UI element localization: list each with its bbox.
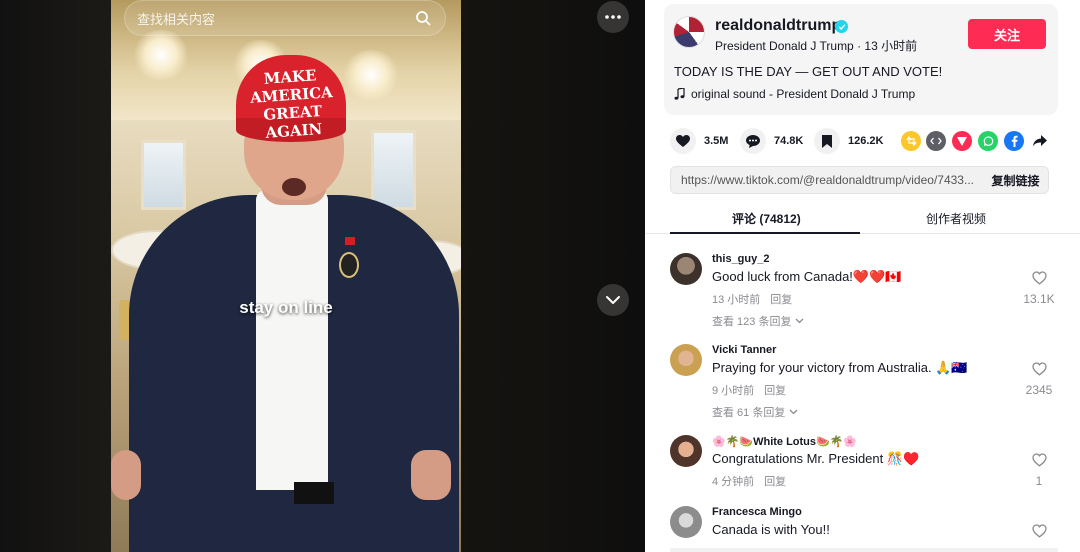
video-description: TODAY IS THE DAY — GET OUT AND VOTE! [674,64,943,79]
comment-text: Praying for your victory from Australia.… [712,360,968,375]
comment-count: 74.8K [774,135,804,147]
comment-item: Vicki Tanner Praying for your victory fr… [670,344,1070,424]
chevron-down-icon [606,296,620,304]
comment-meta: 4 分钟前 回复 [712,473,786,489]
hat-text-line2: GREAT AGAIN [262,101,323,142]
comment-like-button[interactable]: 1 [1022,453,1056,488]
more-dots-icon [605,15,621,19]
active-tab-indicator [670,232,860,234]
save-count: 126.2K [848,135,884,147]
comment-like-button[interactable] [1022,524,1056,543]
flag-pin [345,237,355,245]
search-placeholder: 查找相关内容 [137,11,216,27]
follow-button[interactable]: 关注 [968,19,1046,49]
comment-button[interactable]: 74.8K [740,128,803,154]
repost-icon[interactable] [901,131,921,151]
hat-text: MAKE AMERICA GREAT AGAIN [241,65,344,144]
commenter-name[interactable]: 🌸🌴🍉White Lotus🍉🌴🌸 [712,435,857,448]
comment-text: Congratulations Mr. President 🎊♥️ [712,451,920,466]
author-avatar[interactable] [673,16,705,48]
post-time: 13 小时前 [864,39,918,53]
heart-outline-icon [1031,271,1047,285]
facebook-icon[interactable] [1004,131,1024,151]
chevron-down-icon [796,318,804,324]
comment-item: 🌸🌴🍉White Lotus🍉🌴🌸 Congratulations Mr. Pr… [670,435,1070,495]
heart-outline-icon [1031,453,1047,467]
comment-time: 4 分钟前 [712,476,755,488]
video-caption: stay on line [239,298,333,317]
page: MAKE AMERICA GREAT AGAIN stay on line 查找… [0,0,1080,552]
heart-outline-icon [1031,524,1047,538]
author-display-name: President Donald J Trump [715,39,854,53]
share-arrow-icon[interactable] [1030,131,1050,151]
tab-creator-videos[interactable]: 创作者视频 [926,210,986,227]
commenter-name[interactable]: Vicki Tanner [712,344,776,356]
embed-icon[interactable] [926,131,946,151]
like-count: 3.5M [704,135,729,147]
comment-item: Francesca Mingo Canada is with You!! [670,506,1070,552]
save-button[interactable]: 126.2K [814,128,883,154]
search-icon[interactable] [413,8,433,28]
comment-like-count: 13.1K [1023,292,1055,306]
search-input[interactable]: 查找相关内容 [124,0,446,36]
whatsapp-icon[interactable] [978,131,998,151]
author-subline: President Donald J Trump · 13 小时前 [715,37,917,54]
send-to-friends-icon[interactable] [952,131,972,151]
more-options-button[interactable] [597,1,629,33]
reply-button[interactable]: 回复 [770,291,792,307]
right-hand [411,450,451,500]
commenter-name[interactable]: Francesca Mingo [712,506,802,518]
bookmark-icon [814,128,840,154]
comment-item: this_guy_2 Good luck from Canada!❤️❤️🇨🇦 … [670,253,1070,333]
verified-icon [835,20,848,33]
view-replies-button[interactable]: 查看 123 条回复 [712,313,804,329]
view-replies-label: 查看 61 条回复 [712,407,786,419]
comment-like-count: 2345 [1025,383,1053,397]
like-button[interactable]: 3.5M [670,128,728,154]
heart-outline-icon [1031,362,1047,376]
hat-text-line1: MAKE AMERICA [249,66,334,107]
comment-like-button[interactable]: 2345 [1022,362,1056,397]
comment-meta: 9 小时前 回复 [712,382,786,398]
video-link-url: https://www.tiktok.com/@realdonaldtrump/… [681,173,974,187]
music-link[interactable]: original sound - President Donald J Trum… [674,87,915,101]
commenter-avatar[interactable] [670,253,702,285]
next-video-button[interactable] [597,284,629,316]
view-replies-button[interactable]: 查看 61 条回复 [712,404,798,420]
comment-text: Canada is with You!! [712,522,830,537]
music-title: original sound - President Donald J Trum… [691,87,916,101]
commenter-name[interactable]: this_guy_2 [712,253,769,265]
comment-time: 13 小时前 [712,294,761,306]
comment-time: 9 小时前 [712,385,755,397]
reply-button[interactable]: 回复 [764,473,786,489]
video-player[interactable]: MAKE AMERICA GREAT AGAIN stay on line 查找… [0,0,645,552]
comment-meta: 13 小时前 回复 [712,291,792,307]
comment-icon [740,128,766,154]
belt [294,482,334,504]
comment-input-bar[interactable] [670,548,1058,552]
shirt [256,190,328,490]
left-hand [111,450,141,500]
commenter-avatar[interactable] [670,344,702,376]
speaker: MAKE AMERICA GREAT AGAIN [111,0,461,552]
copy-link-button[interactable]: 复制链接 [982,166,1049,194]
heart-icon [670,128,696,154]
comment-like-button[interactable]: 13.1K [1022,271,1056,306]
video-frame[interactable]: MAKE AMERICA GREAT AGAIN stay on line [111,0,461,552]
comment-text: Good luck from Canada!❤️❤️🇨🇦 [712,269,902,284]
mouth [282,178,306,196]
comment-like-count: 1 [1035,474,1043,488]
chevron-down-icon [789,409,798,415]
author-username[interactable]: realdonaldtrump [715,17,841,35]
commenter-avatar[interactable] [670,506,702,538]
commenter-avatar[interactable] [670,435,702,467]
tab-comments[interactable]: 评论 (74812) [732,210,801,227]
seal-pin [339,252,359,278]
reply-button[interactable]: 回复 [764,382,786,398]
music-note-icon [674,88,685,100]
view-replies-label: 查看 123 条回复 [712,316,792,328]
